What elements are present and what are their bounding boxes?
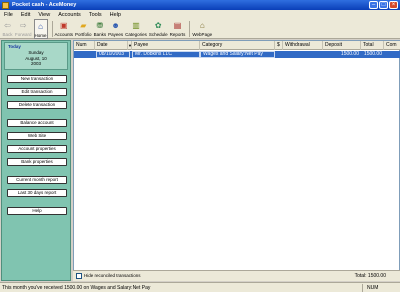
title-bar: Pocket cash - AceMoney – □ × xyxy=(0,0,400,10)
status-message: This month you've received 1500.00 on Wa… xyxy=(2,285,151,291)
web-site-button[interactable]: Web Site xyxy=(7,132,67,140)
transactions-table: Num Date ▼ Payee Category $ Withdrawal D… xyxy=(73,40,400,281)
column-payee[interactable]: Payee xyxy=(132,41,200,50)
help-button[interactable]: Help xyxy=(7,207,67,215)
banks-icon: ⛃ xyxy=(96,21,104,30)
payees-button[interactable]: ☻ Payees xyxy=(108,19,123,39)
hide-reconciled-checkbox[interactable] xyxy=(76,273,82,279)
menu-bar: File Edit View Accounts Tools Help xyxy=(0,10,400,19)
current-month-report-button[interactable]: Current month report xyxy=(7,176,67,184)
portfolio-button[interactable]: ▰ Portfolio xyxy=(75,19,92,39)
categories-icon: ▥ xyxy=(132,21,140,30)
column-category[interactable]: Category xyxy=(200,41,275,50)
menu-accounts[interactable]: Accounts xyxy=(54,12,85,18)
cell-withdrawal xyxy=(283,51,323,58)
cell-num xyxy=(74,51,95,58)
column-deposit[interactable]: Deposit xyxy=(323,41,361,50)
balance-account-button[interactable]: Balance account xyxy=(7,119,67,127)
menu-edit[interactable]: Edit xyxy=(17,12,34,18)
account-properties-button[interactable]: Account properties xyxy=(7,145,67,153)
bank-properties-button[interactable]: Bank properties xyxy=(7,158,67,166)
today-box: Today Sunday August, 10 2003 xyxy=(4,42,68,70)
menu-view[interactable]: View xyxy=(34,12,54,18)
home-icon: ⌂ xyxy=(38,22,43,31)
app-icon xyxy=(2,1,9,9)
num-lock-indicator: NUM xyxy=(362,284,392,292)
back-button[interactable]: ⇦ Back xyxy=(2,19,13,39)
column-date[interactable]: Date xyxy=(95,41,128,50)
menu-tools[interactable]: Tools xyxy=(85,12,106,18)
webpage-icon: ⌂ xyxy=(199,21,205,30)
close-button[interactable]: × xyxy=(389,1,398,9)
banks-button[interactable]: ⛃ Banks xyxy=(94,19,107,39)
last-30-days-report-button[interactable]: Last 30 days report xyxy=(7,189,67,197)
accounts-icon: ▣ xyxy=(60,21,68,30)
today-header: Today xyxy=(8,44,21,49)
cell-deposit: 1500.00 xyxy=(340,51,359,57)
cell-total: 1500.00 xyxy=(363,51,382,57)
cell-category[interactable]: Wages and Salary:Net Pay xyxy=(200,51,275,58)
column-comment[interactable]: Com xyxy=(384,41,400,50)
column-cleared[interactable]: $ xyxy=(275,41,283,50)
toolbar-separator xyxy=(189,21,191,37)
accounts-button[interactable]: ▣ Accounts xyxy=(55,19,74,39)
column-num[interactable]: Num xyxy=(74,41,95,50)
reports-button[interactable]: ▤ Reports xyxy=(170,19,186,39)
maximize-button[interactable]: □ xyxy=(379,1,388,9)
portfolio-icon: ▰ xyxy=(80,21,87,30)
hide-reconciled-label: Hide reconciled transactions xyxy=(84,273,141,278)
cell-cleared xyxy=(275,51,283,58)
categories-button[interactable]: ▥ Categories xyxy=(125,19,147,39)
new-transaction-button[interactable]: New transaction xyxy=(7,75,67,83)
webpage-button[interactable]: ⌂ WebPage xyxy=(192,19,212,39)
cell-date[interactable]: 08/10/2003 xyxy=(96,51,130,58)
home-button[interactable]: ⌂ Home xyxy=(33,19,48,39)
minimize-button[interactable]: – xyxy=(369,1,378,9)
today-year: 2003 xyxy=(30,61,41,66)
total-label: Total: 1500.00 xyxy=(354,273,386,279)
table-footer: Hide reconciled transactions Total: 1500… xyxy=(73,270,400,281)
menu-file[interactable]: File xyxy=(0,12,17,18)
schedule-icon: ✿ xyxy=(154,21,162,30)
schedule-button[interactable]: ✿ Schedule xyxy=(149,19,168,39)
cell-payee[interactable]: Mr. Dobkins LLC xyxy=(132,51,200,58)
table-header: Num Date ▼ Payee Category $ Withdrawal D… xyxy=(74,41,400,50)
column-withdrawal[interactable]: Withdrawal xyxy=(283,41,323,50)
table-row[interactable]: 08/10/2003 Mr. Dobkins LLC Wages and Sal… xyxy=(74,51,400,58)
forward-button[interactable]: ⇨ Forward xyxy=(15,19,32,39)
menu-help[interactable]: Help xyxy=(106,12,125,18)
reports-icon: ▤ xyxy=(173,21,182,30)
delete-transaction-button[interactable]: Delete transaction xyxy=(7,101,67,109)
toolbar: ⇦ Back ⇨ Forward ⌂ Home ▣ Accounts ▰ Portfoli… xyxy=(0,19,400,39)
edit-transaction-button[interactable]: Edit transaction xyxy=(7,88,67,96)
toolbar-separator xyxy=(51,21,53,37)
back-arrow-icon: ⇦ xyxy=(4,21,11,30)
forward-arrow-icon: ⇨ xyxy=(19,21,27,30)
status-bar: This month you've received 1500.00 on Wa… xyxy=(0,282,400,292)
payees-icon: ☻ xyxy=(111,21,120,30)
navigation-panel: Today Sunday August, 10 2003 New transac… xyxy=(1,40,71,281)
window-title: Pocket cash - AceMoney xyxy=(12,2,77,8)
column-total[interactable]: Total xyxy=(361,41,384,50)
